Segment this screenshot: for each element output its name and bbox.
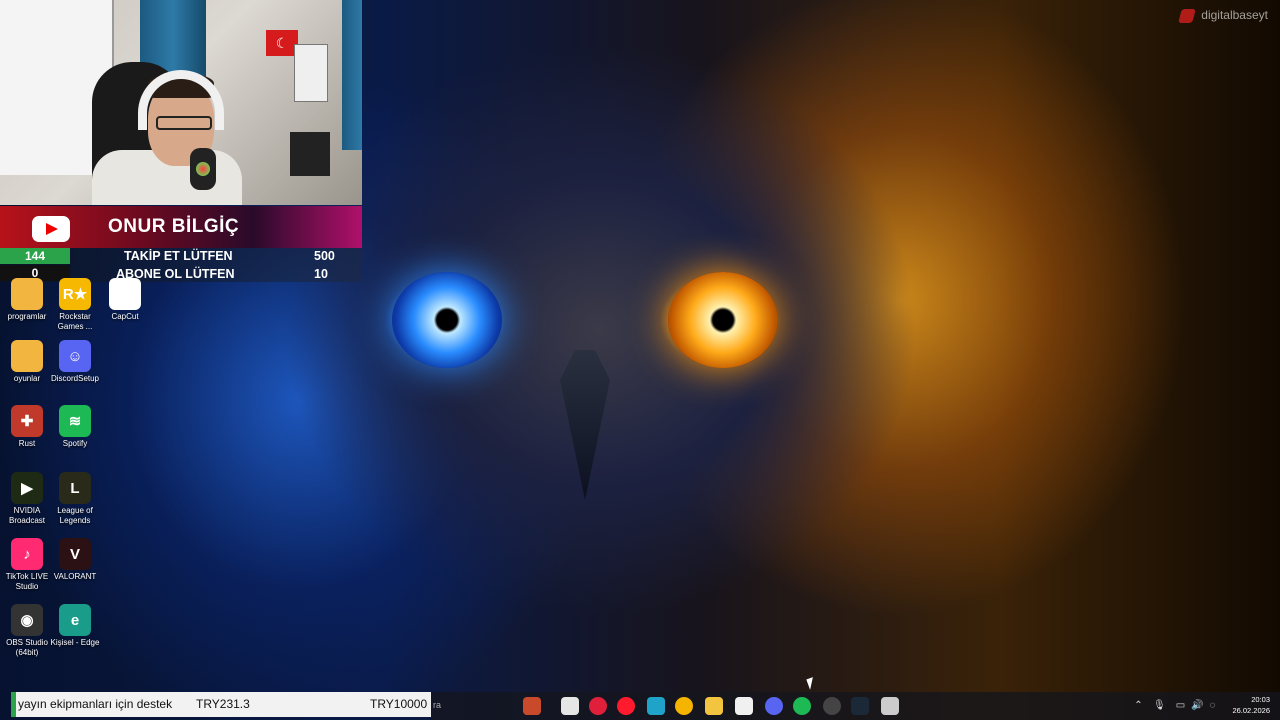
opera-icon[interactable] xyxy=(617,697,635,715)
edge-icon: e xyxy=(59,604,91,636)
desktop-icon-obs[interactable]: ◉ OBS Studio (64bit) xyxy=(0,604,54,658)
rust-icon: ✚ xyxy=(11,405,43,437)
desktop-icon-label: DiscordSetup xyxy=(50,374,100,383)
league-icon: L xyxy=(59,472,91,504)
desktop-icon-label: League of Legends xyxy=(57,506,93,525)
desktop-icon-label: Rockstar Games ... xyxy=(57,312,93,331)
file-icon[interactable] xyxy=(561,697,579,715)
desktop-icon-label: TikTok LIVE Studio xyxy=(5,572,49,591)
donation-goal-bar: yayın ekipmanları için destek TRY231.3 T… xyxy=(11,692,431,717)
rockstar-icon: R★ xyxy=(59,278,91,310)
desktop-icon-discord[interactable]: ☺ DiscordSetup xyxy=(48,340,102,384)
settings-icon[interactable] xyxy=(881,697,899,715)
desktop-icon-edge[interactable]: e Kişisel - Edge xyxy=(48,604,102,648)
goal-follow-target: 500 xyxy=(314,249,335,263)
donation-message: yayın ekipmanları için destek xyxy=(18,697,173,711)
desktop-icon-spotify[interactable]: ≋ Spotify xyxy=(48,405,102,449)
desktop-icon-label: Spotify xyxy=(62,439,88,448)
edge-icon[interactable] xyxy=(647,697,665,715)
desktop-icon-capcut[interactable]: CapCut xyxy=(98,278,152,322)
chevron-up-icon[interactable]: ⌃ xyxy=(1133,700,1144,711)
desktop-icon-label: VALORANT xyxy=(53,572,97,581)
network-icon[interactable]: ▭ xyxy=(1175,700,1186,711)
file-explorer-icon[interactable] xyxy=(705,697,723,715)
lightshot-icon[interactable] xyxy=(523,697,541,715)
donation-goal: TRY10000 xyxy=(370,697,428,711)
speaker xyxy=(290,132,330,176)
nvidia-icon: ▶ xyxy=(11,472,43,504)
notification-icon[interactable]: ◌ xyxy=(1207,700,1218,711)
store-icon[interactable] xyxy=(735,697,753,715)
desktop-icon-league[interactable]: L League of Legends xyxy=(48,472,102,526)
clock-date: 26.02.2026 xyxy=(1232,706,1270,715)
folder-icon xyxy=(11,278,43,310)
obs-icon[interactable] xyxy=(823,697,841,715)
desktop-icon-label: Rust xyxy=(18,439,36,448)
chrome-icon[interactable] xyxy=(675,697,693,715)
channel-banner: ONUR BİLGİÇ xyxy=(0,206,362,248)
desktop-icon-label: CapCut xyxy=(111,312,139,321)
watermark: digitalbaseyt xyxy=(1180,8,1268,23)
desktop-icon-label: programlar xyxy=(7,312,47,321)
folder-icon xyxy=(11,340,43,372)
desktop-icon-folder[interactable]: oyunlar xyxy=(0,340,54,384)
goal-subscribe-target: 10 xyxy=(314,267,328,281)
goal-follow-count: 144 xyxy=(0,248,70,264)
desktop-icon-label: NVIDIA Broadcast xyxy=(8,506,46,525)
desktop-icon-label: Kişisel - Edge xyxy=(50,638,100,647)
webcam-feed: ☾ xyxy=(0,0,362,205)
watermark-text: digitalbaseyt xyxy=(1201,8,1268,22)
desktop-icon-label: OBS Studio (64bit) xyxy=(6,638,48,657)
opera-gx-icon[interactable] xyxy=(589,697,607,715)
desktop-icon-rust[interactable]: ✚ Rust xyxy=(0,405,54,449)
mic-light xyxy=(196,162,210,176)
taskbar-clock[interactable]: 20:03 26.02.2026 xyxy=(1232,694,1270,716)
discord-icon: ☺ xyxy=(59,340,91,372)
clock-time: 20:03 xyxy=(1251,695,1270,704)
donation-current: TRY231.3 xyxy=(196,697,250,711)
steam-icon[interactable] xyxy=(851,697,869,715)
glasses xyxy=(156,116,212,130)
microphone-tray-icon[interactable]: 🎙 xyxy=(1153,700,1166,711)
spotify-icon: ≋ xyxy=(59,405,91,437)
goal-follow-label: TAKİP ET LÜTFEN xyxy=(124,249,233,263)
owl-blue-eye xyxy=(392,272,502,368)
desktop-icon-folder[interactable]: programlar xyxy=(0,278,54,322)
valorant-icon: V xyxy=(59,538,91,570)
spotify-icon[interactable] xyxy=(793,697,811,715)
desktop-icon-rockstar[interactable]: R★ Rockstar Games ... xyxy=(48,278,102,332)
poster xyxy=(294,44,328,102)
taskbar: ra ⌃ 🎙 ▭ 🔊 ◌ 20:03 26.02.2026 xyxy=(431,692,1280,720)
discord-icon[interactable] xyxy=(765,697,783,715)
stream-goals: 144 TAKİP ET LÜTFEN 500 0 ABONE OL LÜTFE… xyxy=(0,248,362,282)
tiktok-icon: ♪ xyxy=(11,538,43,570)
desktop-icon-nvidia[interactable]: ▶ NVIDIA Broadcast xyxy=(0,472,54,526)
search-box-text[interactable]: ra xyxy=(433,700,441,710)
volume-icon[interactable]: 🔊 xyxy=(1191,700,1203,711)
capcut-icon xyxy=(109,278,141,310)
desktop-icon-valorant[interactable]: V VALORANT xyxy=(48,538,102,582)
channel-name: ONUR BİLGİÇ xyxy=(108,216,240,237)
curtain-right xyxy=(342,0,362,150)
youtube-logo-icon xyxy=(32,216,70,242)
owl-orange-eye xyxy=(668,272,778,368)
desktop-icon-tiktok[interactable]: ♪ TikTok LIVE Studio xyxy=(0,538,54,592)
desktop-icon-label: oyunlar xyxy=(13,374,41,383)
obs-icon: ◉ xyxy=(11,604,43,636)
